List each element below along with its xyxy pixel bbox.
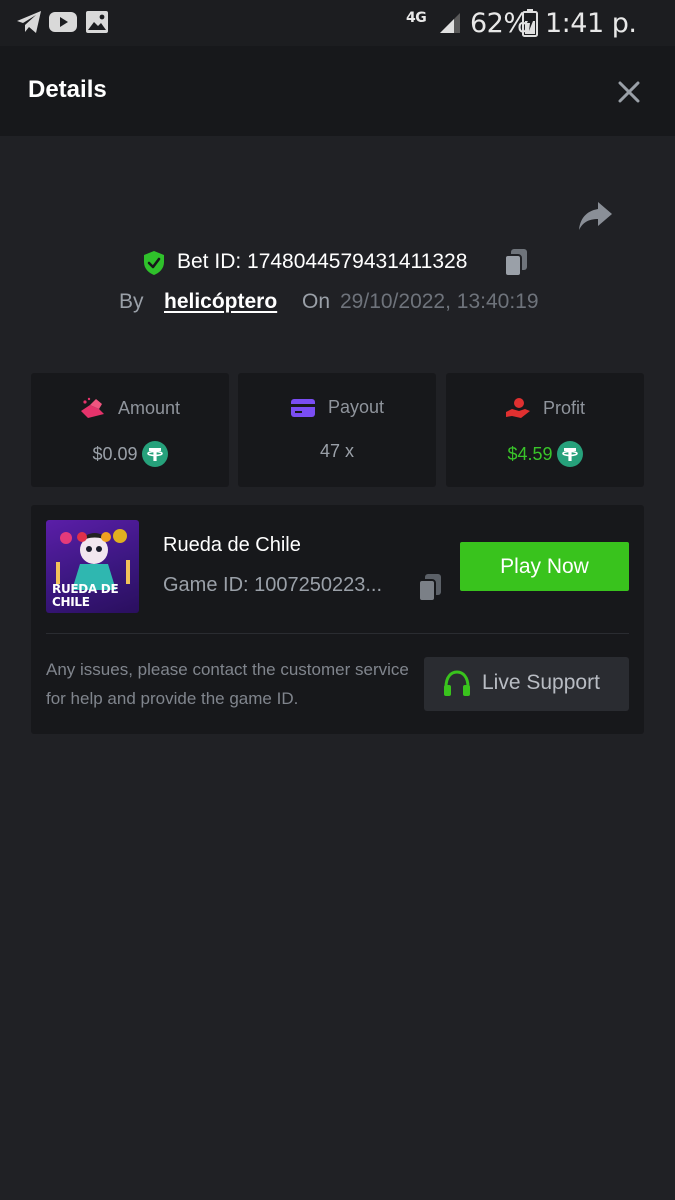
play-now-button[interactable]: Play Now: [460, 542, 629, 591]
bet-amount-icon: [80, 397, 104, 418]
amount-card: Amount $0.09: [31, 373, 229, 487]
youtube-icon: [49, 12, 77, 32]
profit-card: Profit $4.59: [446, 373, 644, 487]
bet-date: 29/10/2022, 13:40:19: [340, 290, 539, 313]
battery-icon: [522, 9, 538, 37]
share-icon[interactable]: [578, 200, 614, 232]
game-title: Rueda de Chile: [163, 534, 301, 556]
divider: [46, 633, 629, 634]
close-icon[interactable]: [614, 77, 644, 107]
by-label: By: [119, 290, 144, 313]
details-header: Details: [0, 46, 675, 136]
headphones-icon: [444, 670, 470, 696]
amount-value: $0.09: [92, 443, 138, 464]
bet-id-row: Bet ID: 1748044579431411328: [0, 246, 675, 280]
card-icon: [290, 398, 315, 417]
game-thumb-text-1: RUEDA DE: [52, 582, 119, 596]
bettor-username-link[interactable]: helicóptero: [164, 290, 277, 314]
game-thumbnail[interactable]: RUEDA DE CHILE: [46, 520, 139, 613]
bet-id: Bet ID: 1748044579431411328: [177, 250, 468, 273]
profit-value: $4.59: [507, 443, 553, 464]
payout-value: 47 x: [319, 441, 355, 461]
game-thumb-text-2: CHILE: [52, 595, 90, 609]
network-type: 4G: [406, 10, 427, 26]
status-bar: 4G 62% 1:41 p. m.: [0, 0, 675, 70]
game-card: RUEDA DE CHILE Rueda de Chile Game ID: 1…: [31, 505, 644, 734]
amount-label: Amount: [117, 397, 181, 418]
live-support-button[interactable]: Live Support: [424, 657, 629, 711]
verified-shield-icon: [144, 251, 164, 275]
payout-card: Payout 47 x: [238, 373, 436, 487]
battery-percent: 62%: [470, 8, 529, 39]
gallery-icon: [86, 11, 108, 33]
tether-icon: [556, 441, 583, 467]
payout-label: Payout: [327, 397, 385, 417]
bet-meta-row: By helicóptero On 29/10/2022, 13:40:19: [0, 288, 675, 318]
tether-icon: [141, 441, 168, 467]
profit-hand-icon: [505, 398, 530, 418]
telegram-icon: [17, 11, 41, 33]
game-id: Game ID: 1007250223...: [163, 574, 383, 596]
page-title: Details: [28, 76, 107, 103]
live-support-label: Live Support: [482, 671, 600, 694]
signal-icon: [440, 13, 460, 33]
help-text: Any issues, please contact the customer …: [46, 660, 409, 708]
on-label: On: [302, 290, 331, 313]
copy-bet-id-icon[interactable]: [503, 248, 529, 278]
copy-game-id-icon[interactable]: [417, 573, 443, 603]
profit-label: Profit: [542, 397, 585, 418]
